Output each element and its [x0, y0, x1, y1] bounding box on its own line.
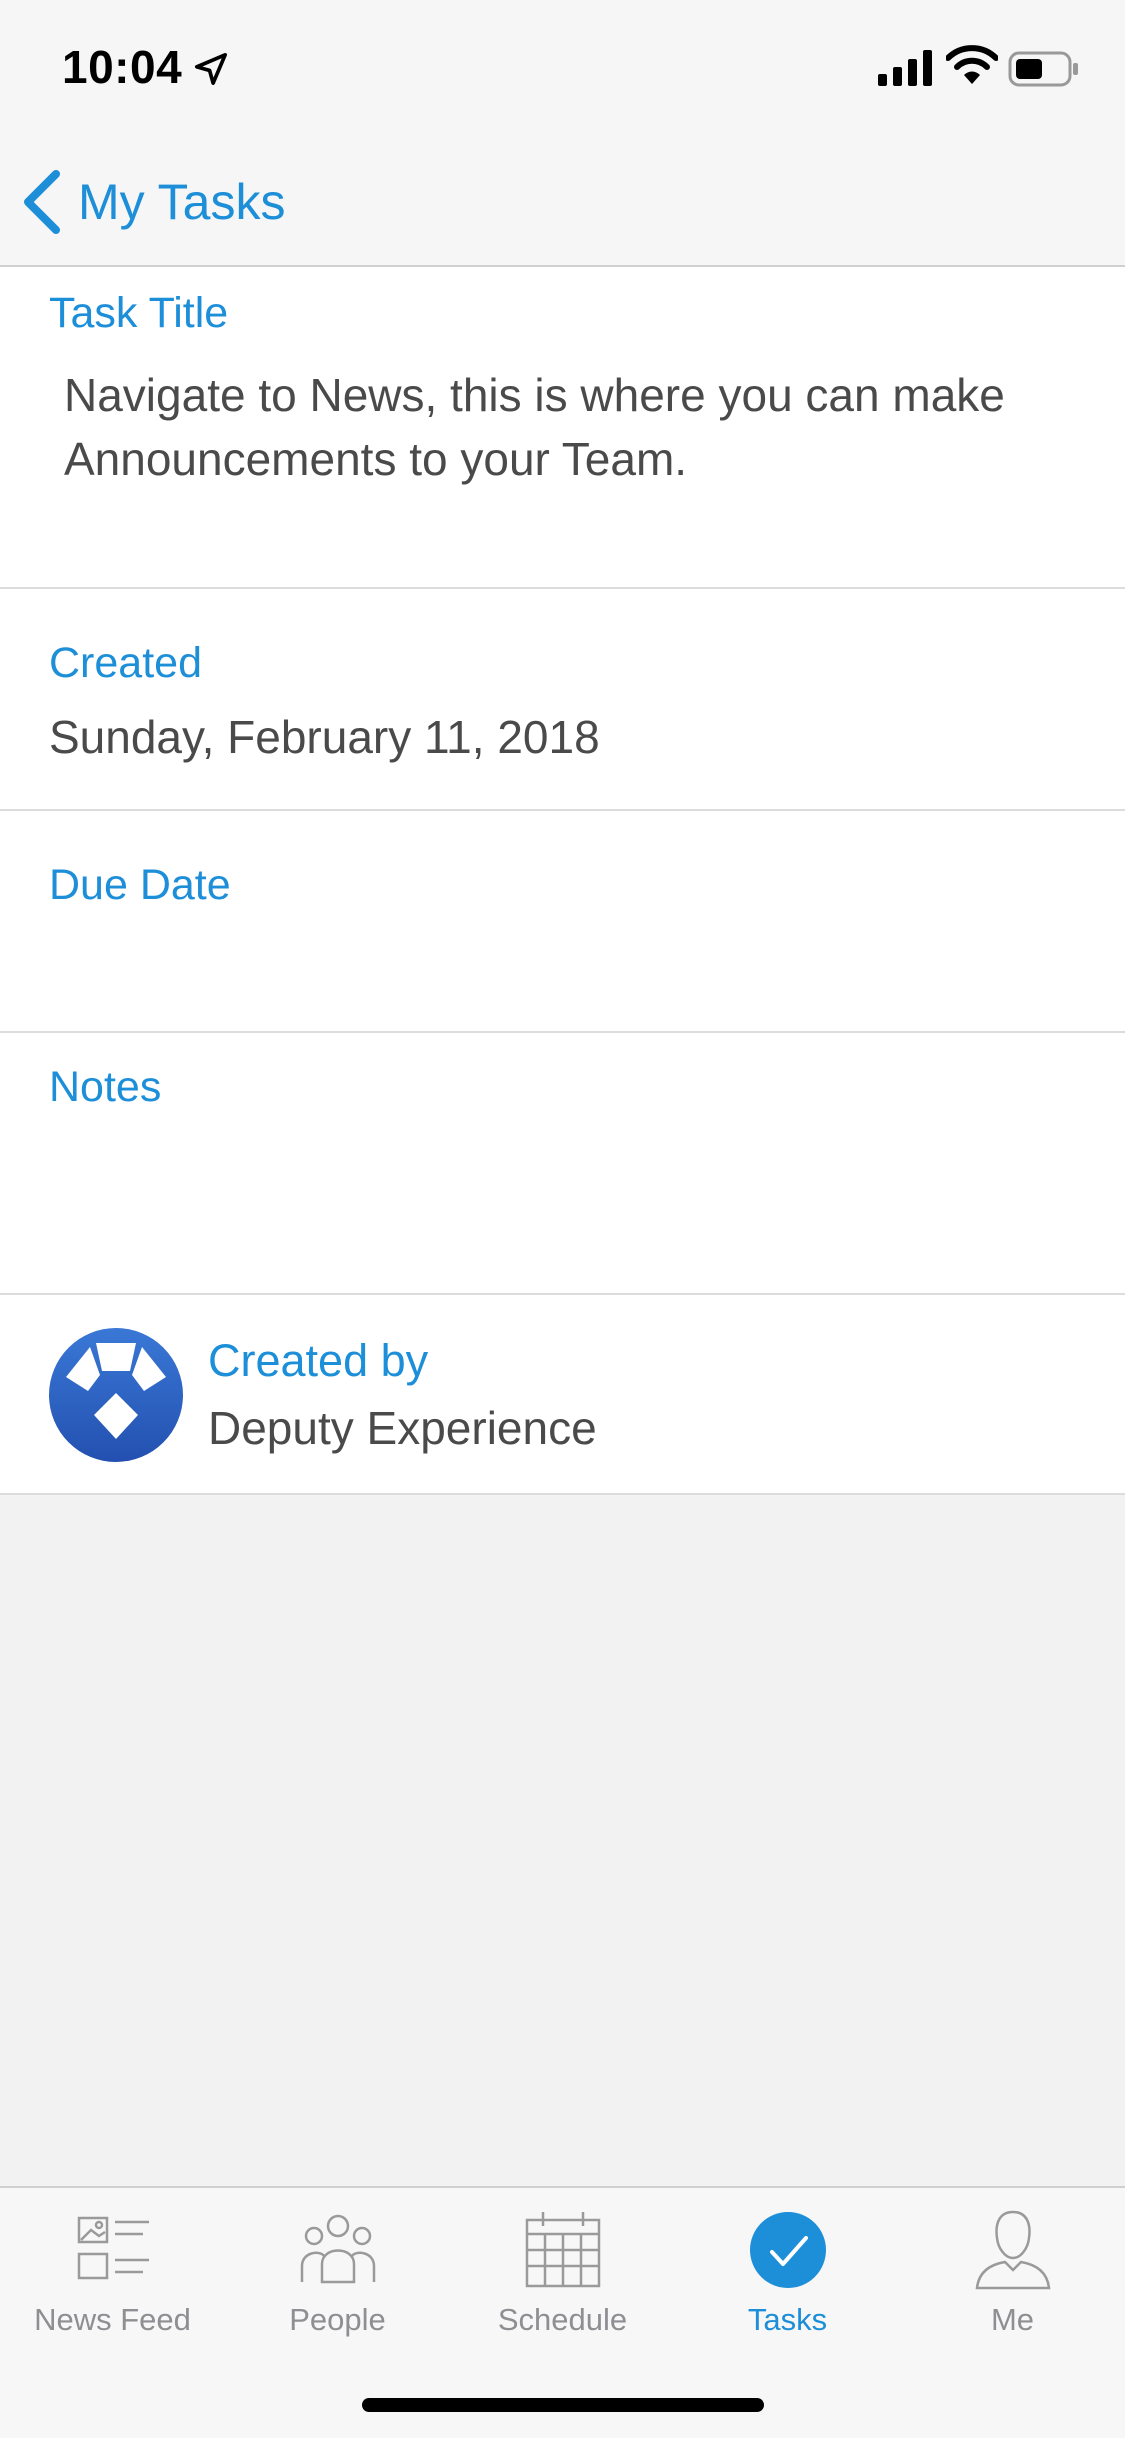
- back-button[interactable]: My Tasks: [22, 162, 285, 242]
- created-by-section[interactable]: Created by Deputy Experience: [0, 1295, 1125, 1495]
- tab-label-news-feed: News Feed: [34, 2302, 191, 2337]
- task-title-label: Task Title: [49, 289, 229, 337]
- person-icon: [975, 2210, 1050, 2290]
- due-date-label: Due Date: [49, 861, 231, 909]
- battery-icon: [1008, 51, 1078, 87]
- tab-label-people: People: [289, 2302, 386, 2337]
- location-arrow-icon: [194, 52, 228, 86]
- status-time: 10:04: [62, 41, 183, 93]
- created-label: Created: [49, 639, 202, 687]
- tab-schedule[interactable]: Schedule: [450, 2208, 675, 2358]
- tab-label-me: Me: [990, 2302, 1035, 2337]
- tab-tasks[interactable]: Tasks: [675, 2208, 900, 2358]
- tab-people[interactable]: People: [225, 2208, 450, 2358]
- created-by-label: Created by: [208, 1335, 429, 1386]
- task-detail: Task Title Navigate to News, this is whe…: [0, 267, 1125, 1495]
- task-title-section: Task Title Navigate to News, this is whe…: [0, 267, 1125, 589]
- people-icon: [300, 2214, 375, 2284]
- tab-label-tasks: Tasks: [747, 2302, 828, 2337]
- news-feed-icon: [77, 2216, 149, 2280]
- back-label: My Tasks: [78, 174, 286, 230]
- cellular-signal-icon: [878, 50, 932, 86]
- tab-news-feed[interactable]: News Feed: [0, 2208, 225, 2358]
- notes-section: Notes: [0, 1033, 1125, 1295]
- avatar: [49, 1328, 183, 1462]
- chevron-left-icon: [24, 170, 60, 234]
- navigation-bar: My Tasks: [0, 140, 1125, 267]
- tab-label-schedule: Schedule: [497, 2302, 628, 2337]
- status-bar: 10:04: [0, 0, 1125, 140]
- created-value: Sunday, February 11, 2018: [49, 711, 600, 763]
- notes-label: Notes: [49, 1063, 162, 1111]
- tab-me[interactable]: Me: [900, 2208, 1125, 2358]
- created-by-name: Deputy Experience: [208, 1402, 597, 1454]
- calendar-icon: [525, 2212, 600, 2288]
- task-title-value: Navigate to News, this is where you can …: [64, 369, 1005, 485]
- created-section: Created Sunday, February 11, 2018: [0, 589, 1125, 811]
- wifi-icon: [946, 45, 998, 84]
- home-indicator[interactable]: [362, 2398, 764, 2412]
- check-circle-icon: [749, 2212, 826, 2288]
- due-date-section: Due Date: [0, 811, 1125, 1033]
